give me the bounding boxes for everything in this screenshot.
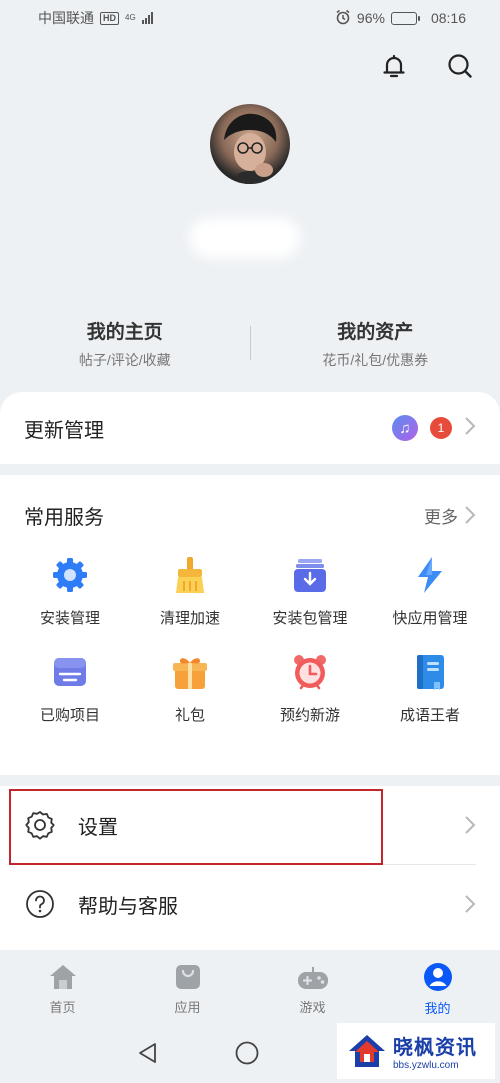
my-homepage-entry[interactable]: 我的主页 帖子/评论/收藏 — [0, 317, 250, 370]
signal-icon — [141, 12, 153, 24]
service-label: 清理加速 — [159, 610, 220, 627]
alarm-icon — [335, 9, 351, 28]
service-cleanup[interactable]: 清理加速 — [130, 555, 250, 628]
avatar[interactable] — [210, 104, 290, 184]
service-label: 已购项目 — [39, 707, 100, 724]
update-title: 更新管理 — [24, 419, 104, 442]
status-right: 96% 08:16 — [335, 9, 466, 28]
service-purchased[interactable]: 已购项目 — [10, 652, 130, 725]
nav-label: 应用 — [174, 999, 201, 1015]
service-gift[interactable]: 礼包 — [130, 652, 250, 725]
gear-icon — [50, 555, 90, 595]
clock: 08:16 — [430, 10, 466, 26]
purchased-icon — [50, 652, 90, 692]
bottom-nav: 首页 应用 游戏 我的 — [0, 950, 500, 1028]
gamepad-icon — [297, 966, 328, 989]
header-actions — [378, 50, 476, 82]
more-button[interactable]: 更多 — [424, 503, 476, 528]
chevron-right-icon — [465, 895, 476, 913]
nav-label: 首页 — [49, 999, 76, 1015]
nav-apps[interactable]: 应用 — [125, 950, 250, 1028]
watermark-text: 晓枫资讯 bbs.yzwlu.com — [393, 1031, 477, 1071]
entry-subtitle: 花币/礼包/优惠券 — [322, 351, 429, 368]
back-icon[interactable] — [136, 1041, 160, 1070]
nav-label: 我的 — [424, 1000, 451, 1016]
service-label: 礼包 — [174, 707, 205, 724]
search-icon[interactable] — [444, 50, 476, 82]
package-icon — [290, 555, 330, 595]
entry-title: 我的主页 — [86, 321, 163, 343]
home-icon — [49, 964, 76, 989]
watermark: 晓枫资讯 bbs.yzwlu.com — [337, 1023, 495, 1079]
nav-games[interactable]: 游戏 — [250, 950, 375, 1028]
help-service-row[interactable]: 帮助与客服 — [0, 865, 500, 943]
entry-subtitle: 帖子/评论/收藏 — [78, 351, 171, 368]
battery-icon — [390, 11, 420, 25]
chevron-right-icon — [465, 506, 476, 524]
update-right: ♫ 1 — [392, 415, 476, 441]
status-bar: 中国联通 HD 4G 96% 08:16 — [0, 0, 500, 36]
service-label: 安装管理 — [39, 610, 100, 627]
gear-outline-icon — [24, 809, 56, 841]
services-header: 常用服务 更多 — [24, 475, 476, 555]
service-label: 预约新游 — [279, 707, 340, 724]
profile-icon — [423, 962, 452, 991]
settings-label: 设置 — [78, 816, 118, 839]
alarm-clock-icon — [290, 652, 330, 692]
carrier-text: 中国联通 — [38, 10, 94, 26]
book-icon — [410, 652, 450, 692]
home-circle-icon[interactable] — [234, 1040, 260, 1071]
help-label: 帮助与客服 — [78, 895, 178, 918]
more-label: 更多 — [424, 507, 458, 527]
profile-entries: 我的主页 帖子/评论/收藏 我的资产 花币/礼包/优惠券 — [0, 313, 500, 373]
service-install-manager[interactable]: 安装管理 — [10, 555, 130, 628]
network-type: 4G — [125, 13, 136, 22]
update-management-row[interactable]: 更新管理 ♫ 1 — [0, 392, 500, 464]
broom-icon — [170, 555, 210, 595]
service-quick-app-manager[interactable]: 快应用管理 — [370, 555, 490, 628]
help-icon — [24, 888, 56, 920]
services-card: 常用服务 更多 安装管理 清理加速 安装包管理 快应用管理 已购项目 礼包 预约… — [0, 475, 500, 775]
my-assets-entry[interactable]: 我的资产 花币/礼包/优惠券 — [251, 317, 500, 370]
watermark-title: 晓枫资讯 — [393, 1037, 477, 1059]
service-label: 成语王者 — [399, 707, 460, 724]
lightning-icon — [410, 555, 450, 595]
service-label: 快应用管理 — [392, 610, 468, 627]
hd-badge: HD — [100, 11, 119, 25]
battery-percent: 96% — [356, 10, 385, 26]
service-label: 安装包管理 — [272, 610, 348, 627]
status-left: 中国联通 HD 4G — [38, 8, 153, 28]
chevron-right-icon — [464, 416, 476, 441]
watermark-url: bbs.yzwlu.com — [393, 1060, 459, 1071]
gift-icon — [170, 652, 210, 692]
music-app-icon: ♫ — [392, 415, 418, 441]
services-grid: 安装管理 清理加速 安装包管理 快应用管理 已购项目 礼包 预约新游 成语王者 — [10, 555, 490, 725]
service-package-manager[interactable]: 安装包管理 — [250, 555, 370, 628]
bell-icon[interactable] — [378, 50, 410, 82]
update-count-badge: 1 — [430, 417, 452, 439]
service-pre-order-games[interactable]: 预约新游 — [250, 652, 370, 725]
house-logo-icon — [349, 1035, 385, 1067]
app-bag-icon — [175, 964, 200, 989]
service-idiom-king[interactable]: 成语王者 — [370, 652, 490, 725]
services-title: 常用服务 — [24, 506, 104, 529]
nav-label: 游戏 — [299, 999, 326, 1015]
nav-home[interactable]: 首页 — [0, 950, 125, 1028]
settings-row[interactable]: 设置 — [0, 786, 500, 864]
entry-title: 我的资产 — [337, 321, 414, 343]
nav-mine[interactable]: 我的 — [375, 950, 500, 1028]
username-blurred — [190, 218, 300, 258]
settings-card: 设置 帮助与客服 — [0, 786, 500, 950]
chevron-right-icon — [465, 816, 476, 834]
